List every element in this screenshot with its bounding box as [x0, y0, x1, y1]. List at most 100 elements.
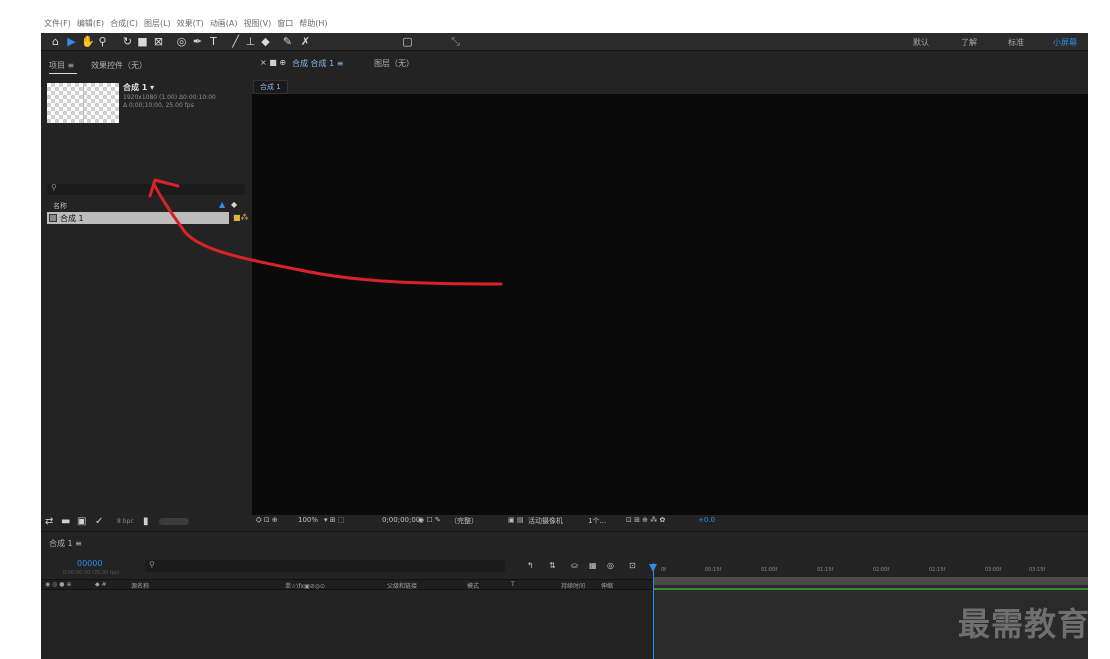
menu-bar: 文件(F) 编辑(E) 合成(C) 图层(L) 效果(T) 动画(A) 视图(V…	[44, 18, 328, 32]
zoom-dropdown[interactable]: 100%	[298, 516, 318, 524]
workspace-learn[interactable]: 了解	[961, 37, 977, 48]
motion-blur-icon[interactable]: ◎	[607, 561, 614, 570]
type-tool-icon[interactable]: T	[207, 35, 220, 48]
workspace-default[interactable]: 默认	[913, 37, 929, 48]
grid-icon[interactable]: ▾ ⊞ ⬚	[324, 516, 344, 524]
column-trkmat[interactable]: T	[511, 581, 515, 588]
label-tag-icon[interactable]: ▲	[219, 200, 225, 209]
interpret-footage-icon[interactable]: ⇄	[45, 516, 53, 527]
menu-effect[interactable]: 效果(T)	[177, 18, 204, 32]
tab-underline	[49, 73, 77, 74]
resolution-dropdown[interactable]: （完整）	[450, 516, 478, 526]
menu-view[interactable]: 视图(V)	[244, 18, 272, 32]
column-stretch[interactable]: 伸缩	[601, 581, 613, 590]
workspace-standard[interactable]: 标准	[1008, 37, 1024, 48]
menu-window[interactable]: 窗口	[277, 18, 293, 32]
tab-timeline[interactable]: 合成 1 ≡	[49, 538, 82, 549]
home-icon[interactable]: ⌂	[49, 35, 62, 48]
ruler-tick: 0f	[661, 567, 666, 573]
comp-flow-icon[interactable]: ↰	[527, 561, 534, 570]
time-ruler[interactable]: 0f 00:15f 01:00f 01:15f 02:00f 02:15f 03…	[653, 563, 1088, 577]
ruler-tick: 03:15f	[1029, 567, 1046, 573]
puppet-tool-icon[interactable]: ✗	[299, 35, 312, 48]
playhead-line[interactable]	[653, 563, 654, 659]
composition-viewer[interactable]	[252, 94, 1088, 515]
tab-composition[interactable]: 合成 合成 1 ≡	[292, 58, 343, 69]
view-options-icon[interactable]: ⊡ ⊞ ⊕ ⁂ ✿	[626, 516, 665, 524]
snap-icon[interactable]: ⤡	[449, 35, 462, 48]
thumbnail-size-slider[interactable]	[159, 518, 189, 525]
comp-title[interactable]: 合成 1 ▾	[123, 82, 154, 93]
column-name[interactable]: 名称	[53, 201, 67, 211]
composition-tabs: × ■ ⊕ 合成 合成 1 ≡ 图层（无）	[252, 52, 1088, 72]
hand-tool-icon[interactable]: ✋	[81, 35, 95, 48]
tab-effect-controls[interactable]: 效果控件（无）	[91, 60, 147, 71]
layer-column-header: ◉ ◎ ● ⊕ ◆ # 源名称 单☆\fx▣⊘◎⊙ 父级和链接 模式 T 持续时…	[41, 579, 653, 590]
column-mode[interactable]: 模式	[467, 581, 479, 590]
views-dropdown[interactable]: 1个...	[588, 516, 606, 526]
playhead-handle[interactable]	[649, 564, 657, 572]
menu-layer[interactable]: 图层(L)	[144, 18, 171, 32]
watermark-logo: 最需教育	[958, 605, 1091, 643]
layer-duration-bar	[653, 588, 1088, 590]
project-column-header: 名称 ▲ ◆	[47, 200, 245, 211]
roto-tool-icon[interactable]: ✎	[281, 35, 294, 48]
work-area-bar[interactable]	[653, 577, 1088, 585]
region-icon[interactable]: ▣ ▤	[508, 516, 523, 524]
current-time[interactable]: 00000	[77, 559, 102, 568]
comp-flow-tab[interactable]: 合成 1	[253, 80, 288, 94]
tab-project[interactable]: 项目 ≡	[49, 60, 74, 71]
preview-icons[interactable]: ⛭ ⊡ ⊕	[256, 516, 278, 525]
panel-menu-icon[interactable]: × ■ ⊕	[260, 58, 286, 67]
menu-file[interactable]: 文件(F)	[44, 18, 71, 32]
column-switches[interactable]: 单☆\fx▣⊘◎⊙	[285, 581, 325, 590]
project-panel: 项目 ≡ 效果控件（无） 合成 1 ▾ 1920x1080 (1.00) Δ0:…	[41, 52, 251, 524]
exposure-value[interactable]: +0.0	[698, 516, 715, 524]
type-icon[interactable]: ◆	[231, 200, 237, 209]
column-source-name[interactable]: 源名称	[131, 581, 149, 590]
mask-tool-icon[interactable]: ◎	[175, 35, 188, 48]
eraser-tool-icon[interactable]: ◆	[259, 35, 272, 48]
rotate-tool-icon[interactable]: ↻	[121, 35, 134, 48]
clone-tool-icon[interactable]: ⊥	[244, 35, 257, 48]
ruler-tick: 00:15f	[705, 567, 722, 573]
thumbnail-divider	[83, 83, 84, 123]
timecode-display[interactable]: 0;00;00;00	[382, 516, 420, 524]
pan-behind-tool-icon[interactable]: ⊠	[152, 35, 165, 48]
zoom-tool-icon[interactable]: ⚲	[96, 35, 109, 48]
menu-edit[interactable]: 编辑(E)	[77, 18, 104, 32]
project-item-row[interactable]: 合成 1	[47, 212, 229, 224]
camera-dropdown[interactable]: 活动摄像机	[528, 516, 563, 526]
label-color-icon[interactable]: ■⁂	[233, 213, 249, 222]
column-duration[interactable]: 持续时间	[561, 581, 585, 590]
selection-tool-icon[interactable]: ▶	[65, 35, 78, 48]
bpc-label[interactable]: 8 bpc	[117, 518, 134, 525]
timeline-search-input[interactable]	[145, 560, 505, 572]
shy-icon[interactable]: ⛀	[571, 561, 578, 570]
av-switches-icon[interactable]: ◉ ◎ ● ⊕	[45, 581, 71, 588]
workspace-small-screen[interactable]: 小屏幕	[1053, 37, 1077, 48]
menu-composition[interactable]: 合成(C)	[110, 18, 138, 32]
column-parent[interactable]: 父级和链接	[387, 581, 417, 590]
search-icon: ⚲	[51, 183, 57, 192]
camera-tool-icon[interactable]: ■	[136, 35, 149, 48]
frame-blend-icon[interactable]: ▦	[589, 561, 597, 570]
project-bottom-bar: ⇄ ▬ ▣ ✓ 8 bpc ▮	[41, 514, 251, 530]
app-window: ⌂ ▶ ✋ ⚲ ↻ ■ ⊠ ◎ ✒ T ╱ ⊥ ◆ ✎ ✗ ▢ ⤡ 默认 了解 …	[41, 33, 1088, 659]
label-icon[interactable]: ◆ #	[95, 581, 107, 588]
tab-layer[interactable]: 图层（无）	[374, 58, 414, 69]
new-comp-icon[interactable]: ▣	[77, 516, 86, 527]
menu-help[interactable]: 帮助(H)	[299, 18, 327, 32]
ruler-tick: 01:15f	[817, 567, 834, 573]
graph-editor-icon[interactable]: ⊡	[629, 561, 636, 570]
pen-tool-icon[interactable]: ✒	[191, 35, 204, 48]
menu-animation[interactable]: 动画(A)	[210, 18, 238, 32]
trash-icon[interactable]: ▮	[143, 516, 149, 527]
draft-3d-icon[interactable]: ⇅	[549, 561, 556, 570]
align-icon[interactable]: ▢	[401, 35, 414, 48]
brush-tool-icon[interactable]: ╱	[229, 35, 242, 48]
brush-icon[interactable]: ✓	[95, 516, 103, 527]
project-search-input[interactable]	[47, 184, 245, 195]
new-folder-icon[interactable]: ▬	[61, 516, 70, 527]
camera-snapshot-icon[interactable]: ◉ ☐ ✎	[418, 516, 441, 524]
